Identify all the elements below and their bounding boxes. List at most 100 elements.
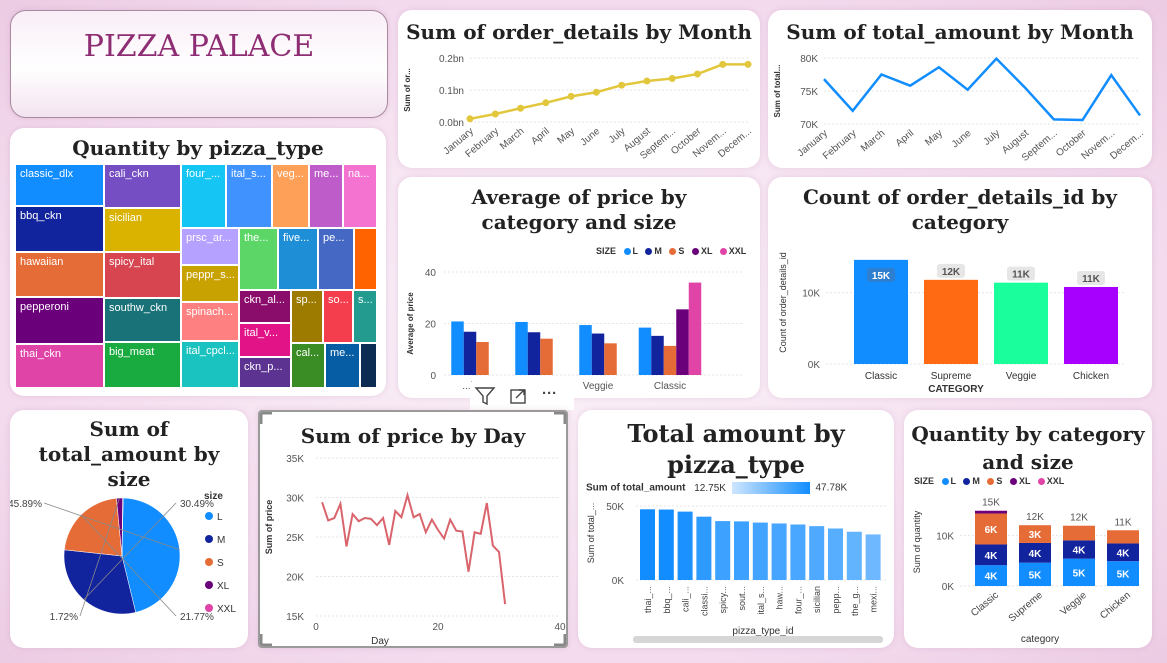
treemap-cell[interactable]: the... <box>239 228 278 290</box>
treemap-title: Quantity by pizza_type <box>72 136 324 160</box>
x-tick-label: Chicken <box>1098 590 1133 622</box>
treemap-cell[interactable]: five... <box>278 228 318 290</box>
treemap-card[interactable]: Quantity by pizza_type classic_dlx bbq_ck… <box>10 128 386 396</box>
bar <box>771 523 787 580</box>
treemap-cell[interactable]: spinach... <box>181 302 239 341</box>
treemap-cell[interactable]: classic_dlx <box>15 164 104 206</box>
segment-label: 5K <box>1073 568 1087 579</box>
treemap-cell[interactable]: ital_s... <box>226 164 272 228</box>
treemap-cell[interactable]: peppr_s... <box>181 265 239 302</box>
treemap-cell[interactable]: na... <box>343 164 377 228</box>
x-tick-label: Supreme <box>931 371 972 382</box>
y-axis-label: Average of price <box>406 292 415 355</box>
stack-chart: 0K 10K 4K 4K 6K 15K Classic 5K 4K 3K 12K Supreme 5K 4… <box>912 498 1140 645</box>
count-card[interactable]: Count of order_details_id by category 0K… <box>768 177 1152 398</box>
y-axis-label: Sum of quantity <box>912 510 922 573</box>
data-point <box>517 104 525 112</box>
treemap-cell[interactable]: veg... <box>272 164 309 228</box>
avg-price-card[interactable]: Average of price by category and size SI… <box>398 177 760 398</box>
more-options-icon[interactable]: ··· <box>542 385 557 402</box>
legend-dot <box>205 581 213 589</box>
legend-label: L <box>217 512 223 523</box>
treemap-cell[interactable]: southw_ckn <box>104 298 181 342</box>
segment-label: 4K <box>1073 546 1087 557</box>
treemap-cell[interactable]: pe... <box>318 228 354 290</box>
total-label: 12K <box>1026 512 1044 523</box>
series-line <box>321 491 507 605</box>
bar <box>579 325 592 375</box>
treemap-cell[interactable]: bbq_ckn <box>15 206 104 252</box>
treemap-cell[interactable] <box>354 228 377 290</box>
y-tick-label: 0K <box>942 582 955 593</box>
treemap-cell[interactable]: ckn_al... <box>239 290 291 323</box>
bar <box>540 338 553 375</box>
selection-handle <box>260 412 272 424</box>
legend-dot <box>205 512 213 520</box>
bar <box>676 309 689 375</box>
treemap-cell[interactable]: prsc_ar... <box>181 228 239 265</box>
y-tick-label: 80K <box>800 54 818 65</box>
treemap-cell[interactable]: sp... <box>291 290 323 343</box>
bar <box>715 521 731 580</box>
bar-segment <box>1063 525 1095 541</box>
data-point <box>542 99 550 107</box>
data-point <box>466 115 474 123</box>
bar <box>527 332 541 375</box>
pie-chart: 45.89% 30.49% 21.77% 1.72% L M S XL XXL <box>10 497 236 623</box>
treemap-cell[interactable] <box>360 343 377 388</box>
treemap-cell[interactable]: pepperoni <box>15 297 104 344</box>
day-chart: 15K 20K 25K 30K 35K 0 20 40 Day Sum of price <box>260 412 566 646</box>
filter-icon[interactable] <box>474 387 496 406</box>
x-tick-label: 40 <box>554 622 566 633</box>
treemap-cell[interactable]: hawaiian <box>15 252 104 297</box>
x-tick-label: 20 <box>432 622 444 633</box>
x-tick-label: April <box>529 126 551 147</box>
treemap-cell[interactable]: big_meat <box>104 342 181 388</box>
bar <box>688 282 702 375</box>
treemap-cell[interactable]: ital_v... <box>239 323 291 357</box>
line-total-card[interactable]: Sum of total_amount by Month 70K 75K 80K Ja… <box>768 10 1152 168</box>
treemap-cell[interactable]: s... <box>353 290 377 343</box>
bar <box>463 331 477 375</box>
bar-segment <box>1107 530 1139 544</box>
y-axis-label: Sum of price <box>264 500 274 555</box>
y-tick-label: 20K <box>286 573 304 584</box>
bar <box>790 524 806 580</box>
legend-dot <box>205 604 213 612</box>
x-tick-label: March <box>498 126 526 152</box>
data-label: 11K <box>1012 270 1031 281</box>
treemap-cell[interactable]: cal... <box>291 343 325 388</box>
treemap-cell[interactable]: spicy_ital <box>104 252 181 298</box>
x-tick-label: 0 <box>313 622 319 633</box>
x-tick-label: Supreme <box>1007 590 1045 625</box>
y-tick-label: 0 <box>430 371 436 382</box>
bar <box>638 327 652 375</box>
treemap-cell[interactable]: thai_ckn <box>15 344 104 388</box>
horizontal-scrollbar[interactable] <box>633 636 883 643</box>
y-tick-label: 0K <box>808 360 821 371</box>
data-point <box>491 110 499 118</box>
line-orders-card[interactable]: Sum of order_details by Month 0.0bn 0.1bn… <box>398 10 760 168</box>
day-card[interactable]: Sum of price by Day 15K 20K 25K 30K 35K 0 20 40… <box>258 410 568 648</box>
segment-label: 6K <box>985 525 999 536</box>
treemap-cell[interactable]: so... <box>323 290 353 343</box>
treemap-cell[interactable]: four_... <box>181 164 226 228</box>
x-tick-label: four_... <box>793 586 803 614</box>
pie-card[interactable]: Sum of total_amount by size size 45.89% 3… <box>10 410 248 648</box>
stack-card[interactable]: Quantity by category and size SIZE L M S… <box>904 410 1152 648</box>
treemap-cell[interactable]: ital_cpcl... <box>181 341 239 388</box>
treemap-cell[interactable]: ckn_p... <box>239 357 291 388</box>
data-point <box>567 92 575 100</box>
treemap-cell[interactable]: me... <box>325 343 360 388</box>
x-tick-label: Veggie <box>1058 590 1089 618</box>
x-tick-label: June <box>579 126 603 149</box>
treemap-cell[interactable]: sicilian <box>104 208 181 252</box>
focus-mode-icon[interactable] <box>510 389 526 404</box>
treemap-cell[interactable]: me... <box>309 164 343 228</box>
data-point <box>668 74 676 82</box>
segment-label: 4K <box>985 551 999 562</box>
pizza-total-card[interactable]: Total amount by pizza_type Sum of total_… <box>578 410 894 648</box>
y-tick-label: 25K <box>286 533 304 544</box>
treemap-cell[interactable]: cali_ckn <box>104 164 181 208</box>
visual-toolbar: ··· <box>470 382 574 410</box>
